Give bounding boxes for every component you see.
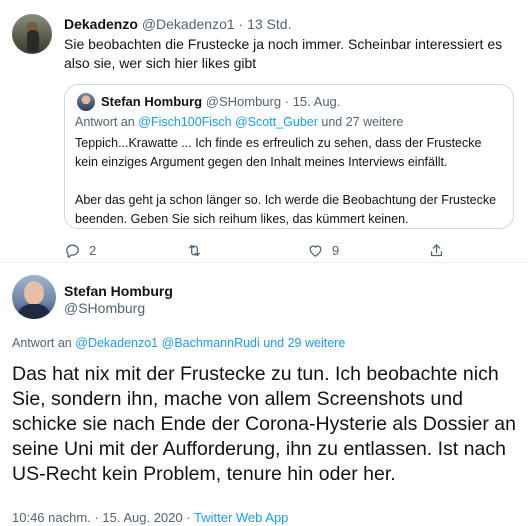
avatar-face [24,281,44,305]
timestamp[interactable]: 13 Std. [247,16,291,32]
avatar [77,93,95,111]
reply-prefix: Antwort an [75,115,135,129]
author-handle[interactable]: @SHomburg [64,299,145,318]
reply-context: Antwort an @Fisch100Fisch @Scott_Guber u… [75,114,403,131]
avatar-figure [27,30,39,52]
source-link[interactable]: Twitter Web App [194,510,288,525]
reply-button[interactable]: 2 [64,240,96,260]
reply-suffix: und 27 weitere [321,115,404,129]
like-button[interactable]: 9 [307,240,339,260]
divider [0,262,528,263]
quoted-text: Teppich...Krawatte ... Ich finde es erfr… [75,134,507,229]
author-name: Stefan Homburg [101,94,203,109]
like-count: 9 [332,242,340,258]
tweet-text: Das hat nix mit der Frustecke zu tun. Ic… [12,363,516,485]
mention-link[interactable]: @Scott_Guber [235,115,318,129]
quoted-header: Stefan Homburg @SHomburg · 15. Aug. [101,93,340,111]
retweet-button[interactable] [186,240,203,260]
mention-link[interactable]: @Dekadenzo1 [75,336,158,350]
tweet-header: Dekadenzo @Dekadenzo1 · 13 Std. [64,15,291,34]
timestamp: 15. Aug. [292,94,341,109]
share-button[interactable] [428,240,445,260]
share-icon [430,243,443,256]
mention-link[interactable]: @Fisch100Fisch [138,115,231,129]
reply-suffix[interactable]: und 29 weitere [263,336,345,350]
reply-prefix: Antwort an [12,336,72,350]
separator: · [238,16,244,32]
tweet-reply[interactable]: Dekadenzo @Dekadenzo1 · 13 Std. Sie beob… [0,0,528,262]
reply-count: 2 [89,242,97,258]
separator: · [186,510,191,525]
author-handle[interactable]: @Dekadenzo1 [142,16,235,32]
avatar[interactable] [12,14,52,54]
quoted-paragraph: Aber das geht ja schon länger so. Ich we… [75,193,497,226]
time[interactable]: 10:46 nachm. [12,510,91,525]
tweet-text: Sie beobachten die Frustecke ja noch imm… [64,36,503,71]
action-bar: 2 9 [64,240,514,260]
like-icon [309,244,322,257]
reply-icon [66,244,79,258]
separator: · [284,94,290,109]
author-name[interactable]: Dekadenzo [64,16,138,32]
quoted-tweet[interactable]: Stefan Homburg @SHomburg · 15. Aug. Antw… [64,84,514,229]
author-handle: @SHomburg [205,94,282,109]
retweet-icon [188,244,201,256]
reply-context: Antwort an @Dekadenzo1 @BachmannRudi und… [12,335,345,352]
avatar-suit [17,304,51,319]
tweet-meta: 10:46 nachm. · 15. Aug. 2020 · Twitter W… [12,510,288,526]
mention-link[interactable]: @BachmannRudi [162,336,260,350]
separator: · [94,510,99,525]
date[interactable]: 15. Aug. 2020 [102,510,182,525]
avatar[interactable] [12,275,56,319]
quoted-paragraph: Teppich...Krawatte ... Ich finde es erfr… [75,136,482,169]
